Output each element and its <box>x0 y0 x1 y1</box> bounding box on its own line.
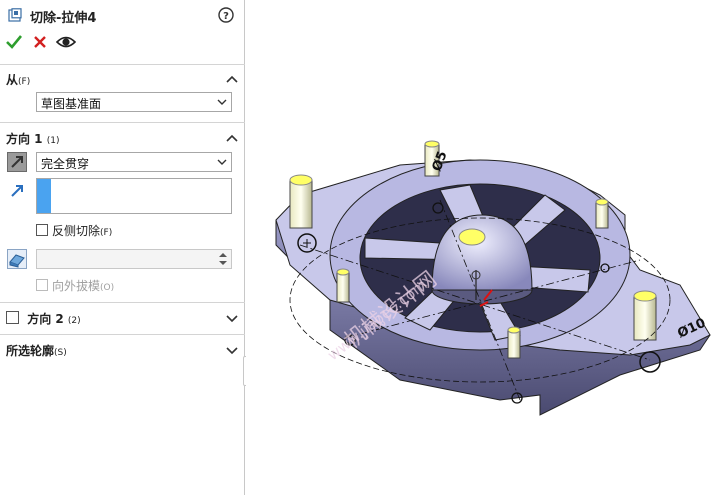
property-manager-panel: 切除-拉伸4 ? 从(F) 草图基准面 方向 1 (1) 完全贯穿 反侧切除(F… <box>0 0 245 495</box>
pin <box>336 268 350 303</box>
selected-contours-header-label: 所选轮廓 <box>6 344 55 358</box>
from-select[interactable]: 草图基准面 <box>36 92 232 112</box>
dome-top-face <box>458 228 486 246</box>
checkbox-box[interactable] <box>36 224 48 236</box>
draft-angle-input[interactable] <box>36 249 232 269</box>
divider <box>0 122 245 123</box>
draft-outward-label: 向外拔模 <box>52 279 101 293</box>
reverse-direction-icon[interactable] <box>7 152 27 172</box>
cut-extrude-feature-icon <box>8 8 22 22</box>
selection-focus-bar <box>37 179 51 213</box>
from-header-shortcut: (F) <box>18 77 31 87</box>
from-header-label: 从 <box>6 73 19 87</box>
chevron-down-icon <box>217 159 227 165</box>
eye-icon[interactable] <box>56 32 76 52</box>
checkbox-box[interactable] <box>36 279 48 291</box>
direction2-checkbox[interactable] <box>6 311 19 324</box>
help-icon[interactable]: ? <box>218 7 234 23</box>
draft-icon[interactable] <box>7 249 27 269</box>
direction2-header-shortcut: (2) <box>67 316 81 326</box>
direction-selection-box[interactable] <box>36 178 232 214</box>
from-select-value: 草图基准面 <box>41 97 102 111</box>
part-model-view[interactable]: Ø5 Ø10 <box>246 0 724 495</box>
pin <box>507 326 521 359</box>
x-icon[interactable] <box>30 32 50 52</box>
divider <box>0 64 245 65</box>
divider <box>0 302 245 303</box>
direction1-header-label: 方向 1 <box>6 132 43 146</box>
feature-title: 切除-拉伸4 <box>30 11 97 26</box>
direction2-header-label: 方向 2 <box>27 312 64 326</box>
chevron-down-icon[interactable] <box>226 313 238 323</box>
checkmark-icon[interactable] <box>4 32 24 52</box>
selected-contours-group-header[interactable]: 所选轮廓(S) <box>6 342 67 359</box>
chevron-down-icon[interactable] <box>226 345 238 355</box>
chevron-up-icon[interactable] <box>226 133 238 143</box>
flip-side-shortcut: (F) <box>100 228 113 238</box>
divider <box>0 334 245 335</box>
draft-outward-checkbox[interactable]: 向外拔模(O) <box>36 277 114 294</box>
end-condition-value: 完全贯穿 <box>41 157 90 171</box>
svg-text:?: ? <box>223 11 229 22</box>
from-group-header[interactable]: 从(F) <box>6 71 30 88</box>
direction1-group-header[interactable]: 方向 1 (1) <box>6 130 59 147</box>
direction2-group-header[interactable]: 方向 2 (2) <box>6 310 81 327</box>
flip-side-label: 反侧切除 <box>52 224 101 238</box>
pin <box>595 198 609 229</box>
selected-contours-header-shortcut: (S) <box>54 348 67 358</box>
direction1-header-shortcut: (1) <box>46 136 60 146</box>
spinner-arrows-icon[interactable] <box>216 251 230 267</box>
chevron-down-icon <box>217 99 227 105</box>
flip-side-to-cut-checkbox[interactable]: 反侧切除(F) <box>36 222 112 239</box>
draft-outward-shortcut: (O) <box>100 283 115 293</box>
pin <box>633 290 657 341</box>
end-condition-select[interactable]: 完全贯穿 <box>36 152 232 172</box>
pin <box>289 174 313 229</box>
action-bar <box>0 32 245 54</box>
feature-title-bar: 切除-拉伸4 ? <box>0 0 245 30</box>
chevron-up-icon[interactable] <box>226 74 238 84</box>
graphics-viewport[interactable]: Ø5 Ø10 机械设计网 www.jiaoec.com <box>246 0 724 495</box>
direction-arrow-icon <box>11 185 23 197</box>
